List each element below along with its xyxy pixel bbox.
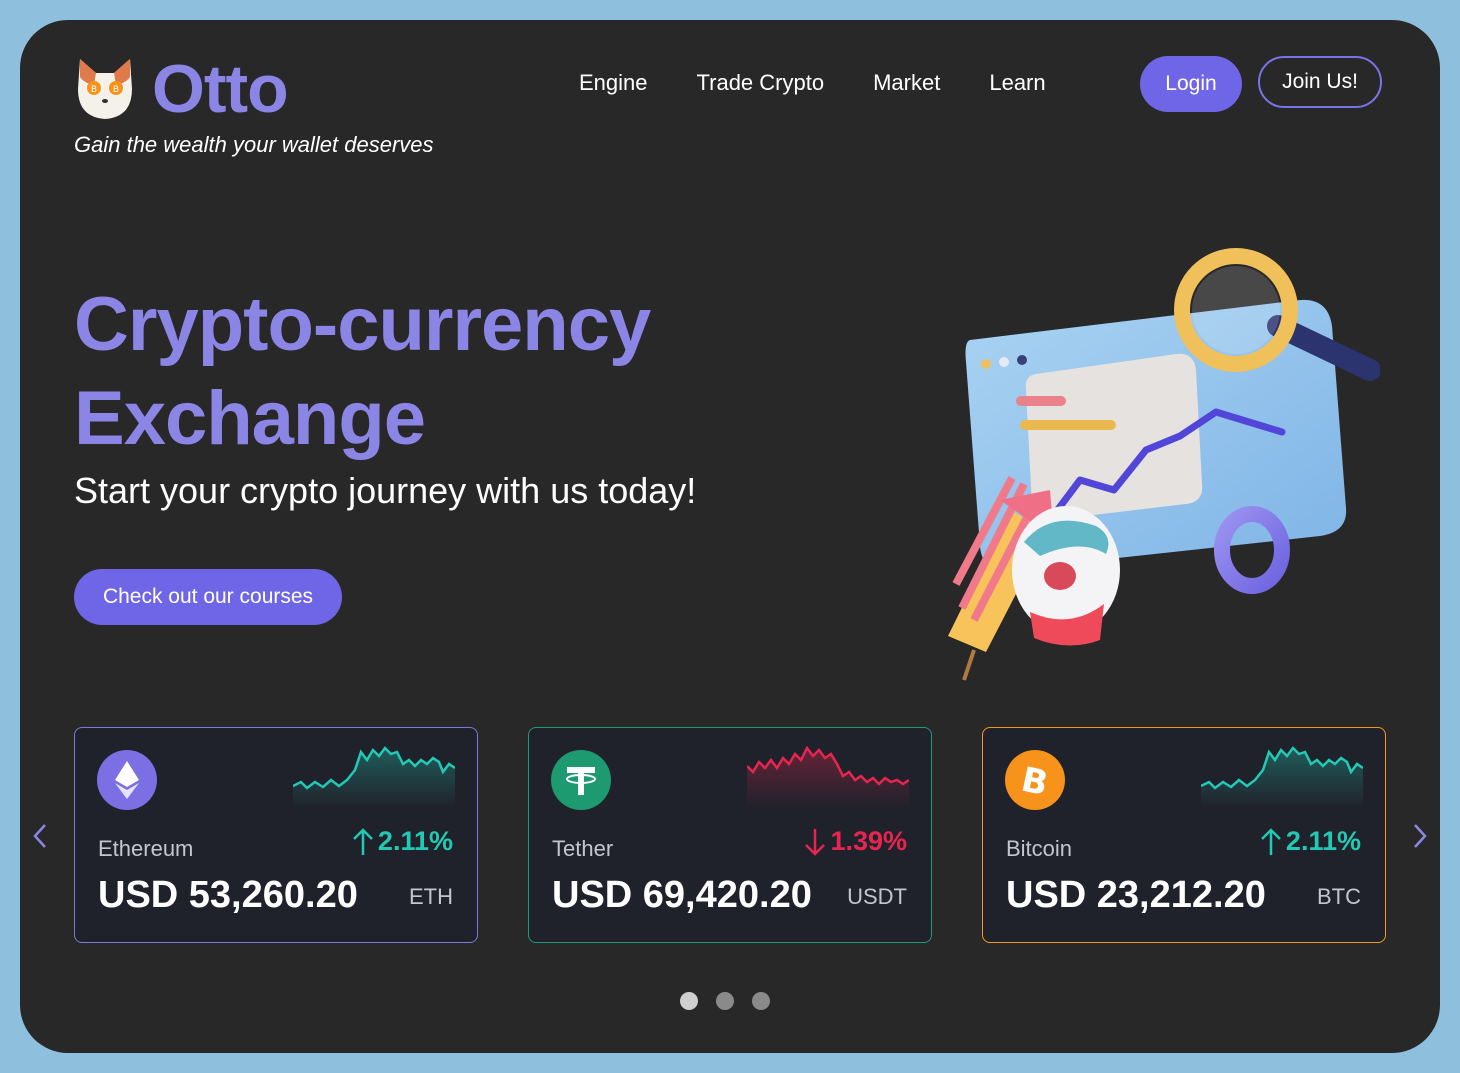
- coin-name: Tether: [552, 836, 614, 861]
- tether-icon: [551, 750, 611, 810]
- hero-title: Crypto-currency Exchange: [74, 278, 651, 466]
- coin-change-value: 1.39%: [830, 826, 907, 856]
- nav-market[interactable]: Market: [873, 70, 940, 96]
- coin-symbol: USDT: [847, 884, 907, 909]
- coin-change-value: 2.11%: [377, 826, 453, 856]
- nav-engine[interactable]: Engine: [579, 70, 648, 96]
- coin-card-tether[interactable]: Tether 1.39% USD 69,420.20 USDT: [528, 727, 932, 943]
- brand-name: Otto: [152, 51, 289, 127]
- coin-card-bitcoin[interactable]: B Bitcoin 2.11% USD 23,212.20 BTC: [982, 727, 1386, 943]
- carousel-dot[interactable]: [680, 992, 698, 1010]
- carousel-dot[interactable]: [752, 992, 770, 1010]
- carousel-dot[interactable]: [716, 992, 734, 1010]
- svg-text:B: B: [91, 85, 97, 95]
- tether-sparkline: [747, 746, 909, 808]
- coin-symbol: ETH: [409, 884, 453, 909]
- coin-price: USD 23,212.20: [1006, 874, 1266, 916]
- login-button[interactable]: Login: [1140, 56, 1242, 112]
- coin-name: Bitcoin: [1006, 836, 1073, 861]
- hero-title-line1: Crypto-currency: [74, 282, 651, 367]
- carousel-dots: [680, 992, 770, 1010]
- arrow-down-icon: [805, 828, 826, 856]
- bitcoin-sparkline: [1201, 746, 1363, 808]
- coin-change: 2.11%: [1260, 826, 1361, 857]
- coin-change: 1.39%: [804, 826, 907, 857]
- coin-card-ethereum[interactable]: Ethereum 2.11% USD 53,260.20 ETH: [74, 727, 478, 943]
- tagline: Gain the wealth your wallet deserves: [74, 132, 434, 157]
- hero-title-line2: Exchange: [74, 376, 426, 461]
- ethereum-icon: [97, 750, 157, 810]
- coin-change-value: 2.11%: [1285, 826, 1361, 856]
- coin-symbol: BTC: [1317, 884, 1361, 909]
- cat-logo-icon: B B: [78, 59, 132, 119]
- coin-price: USD 53,260.20: [98, 874, 358, 916]
- coin-name: Ethereum: [98, 836, 194, 861]
- magnifier-shape: [1174, 248, 1380, 381]
- brand-logo[interactable]: B B Otto: [74, 50, 289, 128]
- arrow-up-icon: [353, 827, 373, 855]
- join-button[interactable]: Join Us!: [1258, 56, 1382, 108]
- main-nav: Engine Trade Crypto Market Learn: [579, 70, 1095, 96]
- app-frame: B B Otto Gain the wealth your wallet des…: [20, 20, 1440, 1053]
- courses-button[interactable]: Check out our courses: [74, 569, 342, 625]
- nav-learn[interactable]: Learn: [989, 70, 1045, 96]
- chevron-right-icon[interactable]: [1408, 822, 1432, 850]
- hero-subtitle: Start your crypto journey with us today!: [74, 470, 697, 511]
- nav-trade-crypto[interactable]: Trade Crypto: [697, 70, 825, 96]
- coin-price: USD 69,420.20: [552, 874, 812, 916]
- chevron-left-icon[interactable]: [28, 822, 52, 850]
- svg-text:B: B: [113, 85, 119, 95]
- bitcoin-icon: B: [1005, 750, 1065, 810]
- hero-illustration: [948, 248, 1380, 681]
- coin-change: 2.11%: [352, 826, 453, 857]
- arrow-up-icon: [1261, 827, 1281, 855]
- svg-text:B: B: [1018, 760, 1051, 800]
- ethereum-sparkline: [293, 746, 455, 808]
